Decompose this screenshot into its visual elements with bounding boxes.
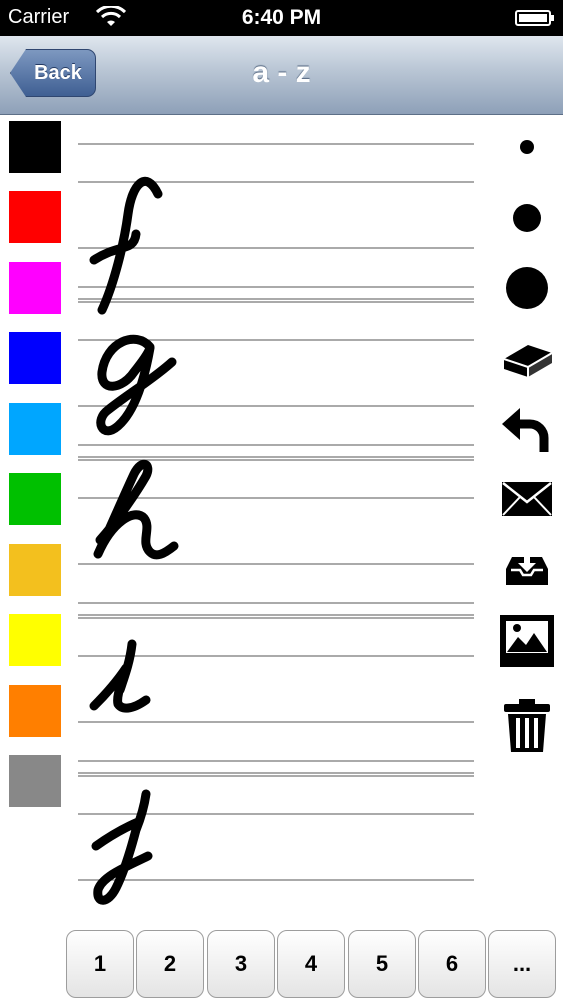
color-swatch-blue[interactable] (9, 332, 61, 384)
mail-icon (502, 482, 552, 516)
cursive-letter-g (96, 334, 177, 436)
status-bar: Carrier 6:40 PM (0, 0, 563, 36)
color-swatch-orange[interactable] (9, 685, 61, 737)
page-selector: 1 2 3 4 5 6 ... (66, 930, 561, 1000)
cursive-letter-i (89, 639, 151, 713)
color-swatch-red[interactable] (9, 191, 61, 243)
small-brush-icon (520, 140, 534, 154)
color-swatch-yellow[interactable] (9, 614, 61, 666)
color-swatch-green[interactable] (9, 473, 61, 525)
medium-brush-button[interactable] (498, 189, 556, 247)
battery-icon (515, 10, 554, 26)
small-brush-button[interactable] (498, 118, 556, 176)
photo-icon (500, 615, 554, 667)
page-title: a - z (252, 56, 311, 89)
page-button-5[interactable]: 5 (348, 930, 416, 998)
cursive-letter-h (93, 459, 179, 560)
page-button-more[interactable]: ... (488, 930, 556, 998)
cursive-letter-j (91, 789, 153, 905)
large-brush-icon (506, 267, 548, 309)
page-button-2[interactable]: 2 (136, 930, 204, 998)
delete-button[interactable] (498, 697, 556, 755)
color-swatch-sky-blue[interactable] (9, 403, 61, 455)
page-button-6[interactable]: 6 (418, 930, 486, 998)
save-button[interactable] (498, 541, 556, 599)
medium-brush-icon (513, 204, 541, 232)
navigation-bar: Back a - z (0, 36, 563, 115)
mail-button[interactable] (498, 470, 556, 528)
color-swatch-magenta[interactable] (9, 262, 61, 314)
eraser-icon (503, 345, 553, 377)
undo-icon (502, 408, 549, 452)
trash-icon (504, 699, 550, 752)
letter-strokes (89, 176, 179, 905)
color-swatch-amber[interactable] (9, 544, 61, 596)
page-button-1[interactable]: 1 (66, 930, 134, 998)
clock: 6:40 PM (241, 6, 322, 29)
writing-canvas[interactable] (78, 120, 474, 920)
large-brush-button[interactable] (498, 259, 556, 317)
cursive-letter-f (89, 176, 163, 315)
undo-button[interactable] (498, 400, 556, 458)
page-button-3[interactable]: 3 (207, 930, 275, 998)
color-swatch-gray[interactable] (9, 755, 61, 807)
photo-button[interactable] (498, 611, 556, 669)
page-button-4[interactable]: 4 (277, 930, 345, 998)
eraser-button[interactable] (498, 329, 556, 387)
color-swatch-black[interactable] (9, 121, 61, 173)
save-tray-icon (506, 553, 548, 585)
